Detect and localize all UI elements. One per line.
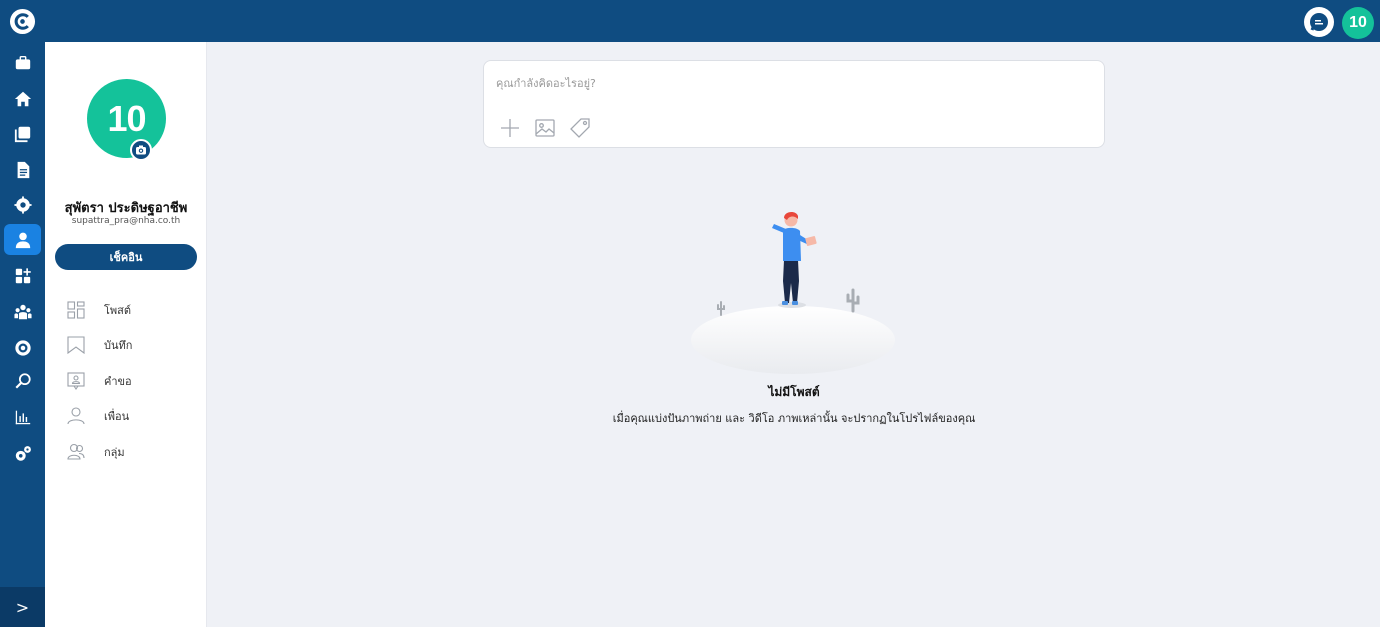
menu-item-requests[interactable]: คำขอ bbox=[45, 363, 207, 399]
rail-briefcase[interactable] bbox=[4, 47, 41, 78]
rail-file[interactable] bbox=[4, 154, 41, 185]
rail-profile[interactable] bbox=[4, 224, 41, 255]
app-logo-icon[interactable] bbox=[9, 8, 36, 35]
chat-bubble-icon bbox=[1310, 13, 1328, 31]
image-icon bbox=[535, 119, 555, 137]
top-bar: 10 bbox=[45, 0, 1380, 42]
gear-badge-icon bbox=[14, 339, 31, 356]
request-icon bbox=[67, 372, 85, 390]
profile-menu: โพสต์ บันทึก คำขอ เพื่อน กลุ่ม bbox=[45, 292, 207, 470]
change-photo-button[interactable] bbox=[130, 139, 152, 161]
settings-cog-icon bbox=[13, 195, 32, 214]
menu-item-label: คำขอ bbox=[104, 374, 132, 388]
profile-email: supattra_pra@nha.co.th bbox=[71, 216, 181, 226]
documents-icon bbox=[14, 126, 30, 142]
admin-settings-icon bbox=[15, 445, 31, 461]
menu-item-label: บันทึก bbox=[104, 339, 133, 353]
bookmark-icon bbox=[67, 336, 85, 355]
friend-icon bbox=[67, 407, 85, 425]
post-input[interactable] bbox=[496, 73, 1086, 93]
menu-item-saved[interactable]: บันทึก bbox=[45, 328, 207, 364]
plus-icon bbox=[501, 119, 519, 137]
add-tag-button[interactable] bbox=[568, 116, 592, 140]
rail-home[interactable] bbox=[4, 83, 41, 114]
add-image-button[interactable] bbox=[533, 116, 557, 140]
chat-button[interactable] bbox=[1304, 7, 1334, 37]
search-icon bbox=[14, 372, 31, 389]
menu-item-label: โพสต์ bbox=[104, 303, 132, 317]
posts-grid-icon bbox=[67, 301, 85, 319]
file-icon bbox=[17, 161, 29, 178]
rail-expand-button[interactable]: > bbox=[0, 587, 45, 627]
profile-avatar: 10 bbox=[87, 79, 166, 158]
rail-team[interactable] bbox=[4, 296, 41, 327]
group-icon bbox=[67, 443, 85, 460]
team-icon bbox=[13, 304, 32, 319]
menu-item-label: กลุ่ม bbox=[104, 445, 125, 459]
rail-dashboard[interactable] bbox=[4, 260, 41, 291]
tag-icon bbox=[570, 118, 590, 138]
icon-rail: > bbox=[0, 0, 45, 627]
dashboard-icon bbox=[15, 267, 31, 283]
rail-search[interactable] bbox=[4, 365, 41, 396]
user-icon bbox=[15, 232, 30, 248]
profile-panel: 10 สุพัตรา ประดิษฐอาชีพ supattra_pra@nha… bbox=[45, 42, 207, 627]
chart-icon bbox=[15, 410, 30, 424]
user-avatar[interactable]: 10 bbox=[1342, 7, 1374, 39]
menu-item-label: เพื่อน bbox=[104, 410, 130, 424]
checkin-button[interactable]: เช็คอิน bbox=[55, 244, 197, 270]
add-button[interactable] bbox=[498, 116, 522, 140]
menu-item-friends[interactable]: เพื่อน bbox=[45, 399, 207, 435]
post-composer bbox=[483, 60, 1105, 148]
rail-chart[interactable] bbox=[4, 401, 41, 432]
empty-state-subtitle: เมื่อคุณแบ่งปันภาพถ่าย และ วิดีโอ ภาพเหล… bbox=[612, 412, 976, 425]
camera-icon bbox=[136, 145, 146, 155]
rail-documents[interactable] bbox=[4, 118, 41, 149]
empty-state-title: ไม่มีโพสต์ bbox=[768, 385, 820, 399]
profile-name: สุพัตรา ประดิษฐอาชีพ bbox=[64, 201, 188, 216]
briefcase-icon bbox=[15, 55, 30, 69]
menu-item-groups[interactable]: กลุ่ม bbox=[45, 434, 207, 470]
rail-settings[interactable] bbox=[4, 189, 41, 220]
rail-gear-badge[interactable] bbox=[4, 332, 41, 363]
rail-admin-settings[interactable] bbox=[4, 438, 41, 469]
empty-state-illustration bbox=[691, 212, 895, 374]
chevron-right-icon: > bbox=[15, 597, 30, 617]
home-icon bbox=[14, 91, 31, 106]
menu-item-posts[interactable]: โพสต์ bbox=[45, 292, 207, 328]
